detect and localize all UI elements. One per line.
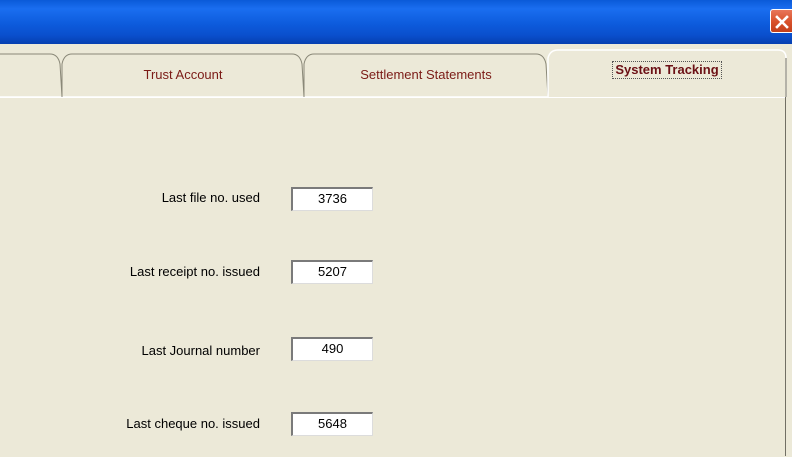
last-file-no-label: Last file no. used bbox=[161, 190, 260, 205]
close-button[interactable] bbox=[770, 9, 792, 33]
close-icon bbox=[775, 15, 789, 29]
tab-label: Trust Account bbox=[143, 67, 223, 82]
last-cheque-no-field[interactable]: 5648 bbox=[291, 412, 373, 436]
last-file-no-field[interactable]: 3736 bbox=[291, 187, 373, 211]
last-receipt-no-label: Last receipt no. issued bbox=[129, 264, 260, 279]
window-titlebar bbox=[0, 0, 792, 44]
last-receipt-no-field[interactable]: 5207 bbox=[291, 260, 373, 284]
tab-label: System Tracking bbox=[612, 61, 722, 79]
tab-label: Settlement Statements bbox=[360, 67, 492, 82]
panel-right-border bbox=[785, 97, 792, 456]
last-journal-number-field[interactable]: 490 bbox=[291, 337, 373, 361]
tab-settlement-statements[interactable]: Settlement Statements bbox=[304, 55, 548, 97]
last-journal-number-label: Last Journal number bbox=[141, 343, 260, 358]
tab-trust-account[interactable]: Trust Account bbox=[62, 55, 304, 97]
tab-system-tracking[interactable]: System Tracking bbox=[548, 50, 786, 92]
last-cheque-no-label: Last cheque no. issued bbox=[126, 416, 260, 431]
